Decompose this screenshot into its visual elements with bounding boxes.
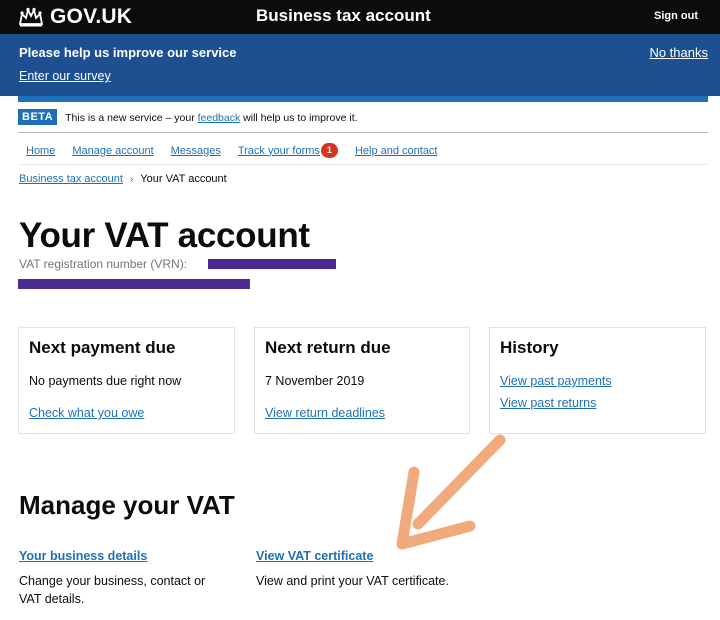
card-text: 7 November 2019 [265,374,365,388]
nav-divider [18,164,708,165]
view-past-returns-link[interactable]: View past returns [500,396,596,410]
nav-manage-account[interactable]: Manage account [72,145,153,157]
card-title: Next return due [265,338,391,357]
beta-tag: BETA [18,109,58,125]
no-thanks-link[interactable]: No thanks [649,45,708,60]
redaction-bar [18,279,250,289]
nav-home[interactable]: Home [26,145,55,157]
description-line: Change your business, contact or [19,574,206,588]
phase-banner: BETA This is a new service – your feedba… [18,109,708,133]
survey-title: Please help us improve our service [19,45,237,60]
sign-out-link[interactable]: Sign out [654,10,698,22]
govuk-header: GOV.UK Business tax account Sign out [0,0,720,34]
redaction-bar [208,259,336,269]
description-line: View and print your VAT certificate. [256,574,449,588]
card-text: No payments due right now [29,374,182,388]
view-vat-certificate-link[interactable]: View VAT certificate [256,549,373,563]
service-name[interactable]: Business tax account [256,6,431,26]
description-line: VAT details. [19,592,85,606]
chevron-right-icon: › [129,173,134,185]
nav-help-and-contact[interactable]: Help and contact [355,145,438,157]
manage-vat-heading: Manage your VAT [19,490,235,520]
view-past-payments-link[interactable]: View past payments [500,374,612,388]
logo-text: GOV.UK [50,5,133,28]
breadcrumb: Business tax account › Your VAT account [19,173,227,185]
nav-track-your-forms[interactable]: Track your forms [238,145,320,157]
header-underline [18,96,708,102]
crown-icon [18,7,44,27]
phase-text-before: This is a new service – your [65,112,198,124]
phase-text-after: will help us to improve it. [240,112,358,124]
view-return-deadlines-link[interactable]: View return deadlines [265,406,385,420]
survey-link[interactable]: Enter our survey [19,69,111,83]
card-history: History View past payments View past ret… [489,327,706,434]
feedback-link[interactable]: feedback [198,112,241,124]
card-title: History [500,338,559,357]
govuk-logo[interactable]: GOV.UK [18,5,132,29]
vrn-label: VAT registration number (VRN): [19,257,188,271]
survey-banner: Please help us improve our service Enter… [0,34,720,96]
your-business-details-link[interactable]: Your business details [19,549,147,563]
check-what-you-owe-link[interactable]: Check what you owe [29,406,144,420]
account-navigation: Home Manage account Messages Track your … [26,143,455,158]
card-next-payment: Next payment due No payments due right n… [18,327,235,434]
card-next-return: Next return due 7 November 2019 View ret… [254,327,470,434]
page-title: Your VAT account [19,216,310,255]
nav-messages[interactable]: Messages [171,145,221,157]
annotation-arrow-icon [396,434,506,550]
phase-text: This is a new service – your feedback wi… [65,112,357,124]
notification-badge: 1 [320,143,338,158]
breadcrumb-business-tax-account[interactable]: Business tax account [19,173,123,185]
card-title: Next payment due [29,338,176,357]
business-details-description: Change your business, contact or VAT det… [19,572,205,608]
breadcrumb-current: Your VAT account [140,173,227,185]
vat-certificate-description: View and print your VAT certificate. [256,572,449,590]
